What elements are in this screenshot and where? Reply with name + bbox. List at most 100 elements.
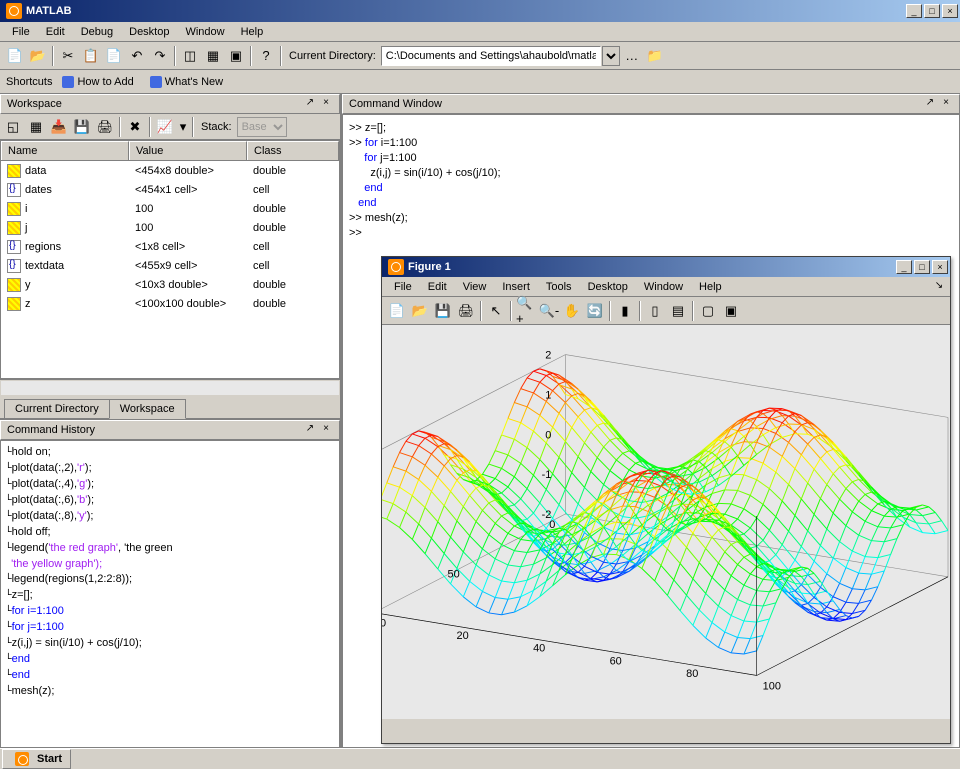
print-figure-icon[interactable]: 🖨 [455, 300, 477, 322]
edit-plot-icon[interactable]: ↖ [485, 300, 507, 322]
zoom-in-icon[interactable]: 🔍+ [515, 300, 537, 322]
figure-window[interactable]: Figure 1 _ □ × FileEditViewInsertToolsDe… [381, 256, 951, 744]
open-figure-icon[interactable]: 📂 [409, 300, 431, 322]
save-figure-icon[interactable]: 💾 [432, 300, 454, 322]
shortcut-whats-new[interactable]: What's New [144, 74, 229, 90]
print-icon[interactable]: 🖨 [94, 116, 116, 138]
col-header-value[interactable]: Value [129, 141, 247, 160]
tab-workspace[interactable]: Workspace [109, 399, 186, 419]
open-var-icon[interactable]: ▦ [25, 116, 47, 138]
workspace-row[interactable]: textdata<455x9 cell>cell [1, 256, 339, 275]
plot-dropdown-icon[interactable]: ▾ [177, 116, 189, 138]
delete-var-icon[interactable]: ✖ [124, 116, 146, 138]
workspace-row[interactable]: dates<454x1 cell>cell [1, 180, 339, 199]
legend-icon[interactable]: ▤ [667, 300, 689, 322]
command-history-body[interactable]: └hold on;└plot(data(:,2),'r');└plot(data… [0, 440, 340, 748]
close-button[interactable]: × [932, 260, 948, 274]
undock-icon[interactable]: ↗ [303, 423, 317, 437]
workspace-row[interactable]: data<454x8 double>double [1, 161, 339, 180]
figure-menu-window[interactable]: Window [636, 279, 691, 295]
workspace-table[interactable]: Name Value Class data<454x8 double>doubl… [0, 140, 340, 379]
close-button[interactable]: × [942, 4, 958, 18]
figure-menu-view[interactable]: View [455, 279, 495, 295]
up-dir-icon[interactable]: 📁 [644, 45, 666, 67]
history-line[interactable]: └z(i,j) = sin(i/10) + cos(j/10); [5, 636, 335, 652]
figure-menu-desktop[interactable]: Desktop [580, 279, 636, 295]
history-line[interactable]: └legend('the red graph', 'the green [5, 541, 335, 557]
help-icon[interactable]: ? [255, 45, 277, 67]
undock-icon[interactable]: ↗ [923, 97, 937, 111]
guide-icon[interactable]: ▦ [202, 45, 224, 67]
history-line[interactable]: └mesh(z); [5, 684, 335, 700]
plot-selector-icon[interactable]: 📈 [154, 116, 176, 138]
zoom-out-icon[interactable]: 🔍- [538, 300, 560, 322]
data-cursor-icon[interactable]: ▮ [614, 300, 636, 322]
menu-window[interactable]: Window [177, 24, 232, 40]
undo-icon[interactable]: ↶ [126, 45, 148, 67]
maximize-button[interactable]: □ [924, 4, 940, 18]
history-line[interactable]: └end [5, 652, 335, 668]
browse-dir-button[interactable]: … [621, 45, 643, 67]
figure-menu-tools[interactable]: Tools [538, 279, 580, 295]
history-line[interactable]: └plot(data(:,4),'g'); [5, 477, 335, 493]
paste-icon[interactable]: 📄 [103, 45, 125, 67]
cut-icon[interactable]: ✂ [57, 45, 79, 67]
history-line[interactable]: └plot(data(:,6),'b'); [5, 493, 335, 509]
figure-menu-help[interactable]: Help [691, 279, 730, 295]
col-header-class[interactable]: Class [247, 141, 339, 160]
history-line[interactable]: └end [5, 668, 335, 684]
rotate-3d-icon[interactable]: 🔄 [584, 300, 606, 322]
hide-tools-icon[interactable]: ▢ [697, 300, 719, 322]
workspace-row[interactable]: j100double [1, 218, 339, 237]
menu-edit[interactable]: Edit [38, 24, 73, 40]
simulink-icon[interactable]: ◫ [179, 45, 201, 67]
show-tools-icon[interactable]: ▣ [720, 300, 742, 322]
pan-icon[interactable]: ✋ [561, 300, 583, 322]
menu-help[interactable]: Help [233, 24, 272, 40]
minimize-button[interactable]: _ [906, 4, 922, 18]
history-line[interactable]: └z=[]; [5, 588, 335, 604]
history-line[interactable]: └plot(data(:,2),'r'); [5, 461, 335, 477]
new-var-icon[interactable]: ◱ [2, 116, 24, 138]
history-line[interactable]: └hold off; [5, 525, 335, 541]
shortcut-how-to-add[interactable]: How to Add [56, 74, 139, 90]
figure-axes[interactable]: -2-1012050100020406080100 [382, 325, 950, 719]
history-line[interactable]: └plot(data(:,8),'y'); [5, 509, 335, 525]
history-line[interactable]: └hold on; [5, 445, 335, 461]
workspace-row[interactable]: i100double [1, 199, 339, 218]
workspace-row[interactable]: z<100x100 double>double [1, 294, 339, 313]
history-line[interactable]: └for j=1:100 [5, 620, 335, 636]
figure-menu-edit[interactable]: Edit [420, 279, 455, 295]
minimize-button[interactable]: _ [896, 260, 912, 274]
panel-close-icon[interactable]: × [939, 97, 953, 111]
menu-file[interactable]: File [4, 24, 38, 40]
workspace-row[interactable]: regions<1x8 cell>cell [1, 237, 339, 256]
colorbar-icon[interactable]: ▯ [644, 300, 666, 322]
open-file-icon[interactable]: 📂 [27, 45, 49, 67]
figure-titlebar[interactable]: Figure 1 _ □ × [382, 257, 950, 277]
import-icon[interactable]: 📥 [48, 116, 70, 138]
panel-close-icon[interactable]: × [319, 423, 333, 437]
maximize-button[interactable]: □ [914, 260, 930, 274]
col-header-name[interactable]: Name [1, 141, 129, 160]
copy-icon[interactable]: 📋 [80, 45, 102, 67]
new-file-icon[interactable]: 📄 [4, 45, 26, 67]
workspace-row[interactable]: y<10x3 double>double [1, 275, 339, 294]
history-line[interactable]: └legend(regions(1,2:2:8)); [5, 572, 335, 588]
save-ws-icon[interactable]: 💾 [71, 116, 93, 138]
menu-desktop[interactable]: Desktop [121, 24, 177, 40]
undock-icon[interactable]: ↗ [303, 97, 317, 111]
figure-menu-file[interactable]: File [386, 279, 420, 295]
new-figure-icon[interactable]: 📄 [386, 300, 408, 322]
figure-menu-insert[interactable]: Insert [494, 279, 538, 295]
workspace-hscroll[interactable] [0, 379, 340, 396]
dock-icon[interactable]: ↘ [932, 280, 946, 294]
start-button[interactable]: Start [2, 749, 71, 769]
tab-current-directory[interactable]: Current Directory [4, 399, 110, 418]
stack-select[interactable]: Base [237, 117, 287, 137]
panel-close-icon[interactable]: × [319, 97, 333, 111]
redo-icon[interactable]: ↷ [149, 45, 171, 67]
current-dir-dropdown[interactable] [602, 46, 620, 66]
menu-debug[interactable]: Debug [73, 24, 121, 40]
history-line[interactable]: 'the yellow graph'); [5, 557, 335, 572]
